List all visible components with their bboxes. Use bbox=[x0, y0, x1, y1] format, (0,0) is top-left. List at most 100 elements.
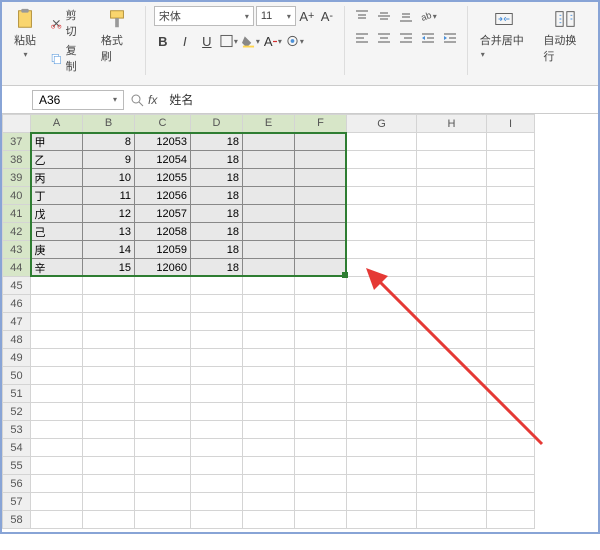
cell-B40[interactable]: 11 bbox=[83, 187, 135, 205]
cell-H56[interactable] bbox=[417, 475, 487, 493]
cell-I56[interactable] bbox=[487, 475, 535, 493]
cell-G41[interactable] bbox=[347, 205, 417, 223]
cell-E58[interactable] bbox=[243, 511, 295, 529]
row-header-37[interactable]: 37 bbox=[3, 133, 31, 151]
cell-B43[interactable]: 14 bbox=[83, 241, 135, 259]
cell-E44[interactable] bbox=[243, 259, 295, 277]
fill-color-button[interactable]: ▾ bbox=[242, 31, 260, 51]
decrease-font-button[interactable]: A- bbox=[318, 6, 336, 26]
row-header-51[interactable]: 51 bbox=[3, 385, 31, 403]
cell-B51[interactable] bbox=[83, 385, 135, 403]
cell-H37[interactable] bbox=[417, 133, 487, 151]
cell-F51[interactable] bbox=[295, 385, 347, 403]
cell-B50[interactable] bbox=[83, 367, 135, 385]
cell-E48[interactable] bbox=[243, 331, 295, 349]
formula-input[interactable]: 姓名 bbox=[163, 90, 594, 109]
cell-F56[interactable] bbox=[295, 475, 347, 493]
cell-A55[interactable] bbox=[31, 457, 83, 475]
underline-button[interactable]: U bbox=[198, 31, 216, 51]
cell-H45[interactable] bbox=[417, 277, 487, 295]
cell-D55[interactable] bbox=[191, 457, 243, 475]
cell-E52[interactable] bbox=[243, 403, 295, 421]
cell-C45[interactable] bbox=[135, 277, 191, 295]
column-header-G[interactable]: G bbox=[347, 115, 417, 133]
cell-C48[interactable] bbox=[135, 331, 191, 349]
cell-E50[interactable] bbox=[243, 367, 295, 385]
cell-F57[interactable] bbox=[295, 493, 347, 511]
cell-G56[interactable] bbox=[347, 475, 417, 493]
cell-E56[interactable] bbox=[243, 475, 295, 493]
cell-B53[interactable] bbox=[83, 421, 135, 439]
cell-I57[interactable] bbox=[487, 493, 535, 511]
cell-B41[interactable]: 12 bbox=[83, 205, 135, 223]
cell-A51[interactable] bbox=[31, 385, 83, 403]
cell-D53[interactable] bbox=[191, 421, 243, 439]
cell-G46[interactable] bbox=[347, 295, 417, 313]
cell-I41[interactable] bbox=[487, 205, 535, 223]
cell-C47[interactable] bbox=[135, 313, 191, 331]
cell-E57[interactable] bbox=[243, 493, 295, 511]
cell-H47[interactable] bbox=[417, 313, 487, 331]
cell-A52[interactable] bbox=[31, 403, 83, 421]
cell-F54[interactable] bbox=[295, 439, 347, 457]
cell-C41[interactable]: 12057 bbox=[135, 205, 191, 223]
wrap-text-button[interactable]: 自动换行 bbox=[539, 6, 590, 66]
row-header-43[interactable]: 43 bbox=[3, 241, 31, 259]
cell-H50[interactable] bbox=[417, 367, 487, 385]
column-header-D[interactable]: D bbox=[191, 115, 243, 133]
row-header-46[interactable]: 46 bbox=[3, 295, 31, 313]
cell-H41[interactable] bbox=[417, 205, 487, 223]
italic-button[interactable]: I bbox=[176, 31, 194, 51]
cell-C46[interactable] bbox=[135, 295, 191, 313]
cell-G58[interactable] bbox=[347, 511, 417, 529]
column-header-C[interactable]: C bbox=[135, 115, 191, 133]
cell-I51[interactable] bbox=[487, 385, 535, 403]
row-header-38[interactable]: 38 bbox=[3, 151, 31, 169]
increase-indent-button[interactable] bbox=[441, 28, 459, 48]
align-center-button[interactable] bbox=[375, 28, 393, 48]
cell-B44[interactable]: 15 bbox=[83, 259, 135, 277]
cell-F41[interactable] bbox=[295, 205, 347, 223]
cell-G45[interactable] bbox=[347, 277, 417, 295]
cell-E38[interactable] bbox=[243, 151, 295, 169]
cell-G40[interactable] bbox=[347, 187, 417, 205]
cell-D50[interactable] bbox=[191, 367, 243, 385]
cell-A39[interactable]: 丙 bbox=[31, 169, 83, 187]
cell-F44[interactable] bbox=[295, 259, 347, 277]
increase-font-button[interactable]: A+ bbox=[298, 6, 316, 26]
cell-E39[interactable] bbox=[243, 169, 295, 187]
font-name-select[interactable]: 宋体▾ bbox=[154, 6, 254, 26]
orientation-button[interactable]: ab▾ bbox=[419, 6, 437, 26]
cell-G53[interactable] bbox=[347, 421, 417, 439]
cell-H53[interactable] bbox=[417, 421, 487, 439]
row-header-55[interactable]: 55 bbox=[3, 457, 31, 475]
cell-G51[interactable] bbox=[347, 385, 417, 403]
cell-C55[interactable] bbox=[135, 457, 191, 475]
column-header-H[interactable]: H bbox=[417, 115, 487, 133]
cell-D49[interactable] bbox=[191, 349, 243, 367]
cell-I52[interactable] bbox=[487, 403, 535, 421]
decrease-indent-button[interactable] bbox=[419, 28, 437, 48]
cell-E49[interactable] bbox=[243, 349, 295, 367]
cell-D54[interactable] bbox=[191, 439, 243, 457]
cell-A45[interactable] bbox=[31, 277, 83, 295]
cell-E40[interactable] bbox=[243, 187, 295, 205]
cell-A54[interactable] bbox=[31, 439, 83, 457]
column-header-B[interactable]: B bbox=[83, 115, 135, 133]
cell-F42[interactable] bbox=[295, 223, 347, 241]
font-color-button[interactable]: A▾ bbox=[264, 31, 282, 51]
cell-F39[interactable] bbox=[295, 169, 347, 187]
cell-C42[interactable]: 12058 bbox=[135, 223, 191, 241]
name-box[interactable]: A36▾ bbox=[32, 90, 124, 110]
cell-A57[interactable] bbox=[31, 493, 83, 511]
cell-D39[interactable]: 18 bbox=[191, 169, 243, 187]
spreadsheet-grid[interactable]: ABCDEFGHI37甲8120531838乙9120541839丙101205… bbox=[2, 114, 598, 550]
align-left-button[interactable] bbox=[353, 28, 371, 48]
merge-center-button[interactable]: 合并居中▾ bbox=[476, 6, 532, 62]
cell-H49[interactable] bbox=[417, 349, 487, 367]
bold-button[interactable]: B bbox=[154, 31, 172, 51]
column-header-A[interactable]: A bbox=[31, 115, 83, 133]
cell-D57[interactable] bbox=[191, 493, 243, 511]
cell-A38[interactable]: 乙 bbox=[31, 151, 83, 169]
font-size-select[interactable]: 11▾ bbox=[256, 6, 296, 26]
